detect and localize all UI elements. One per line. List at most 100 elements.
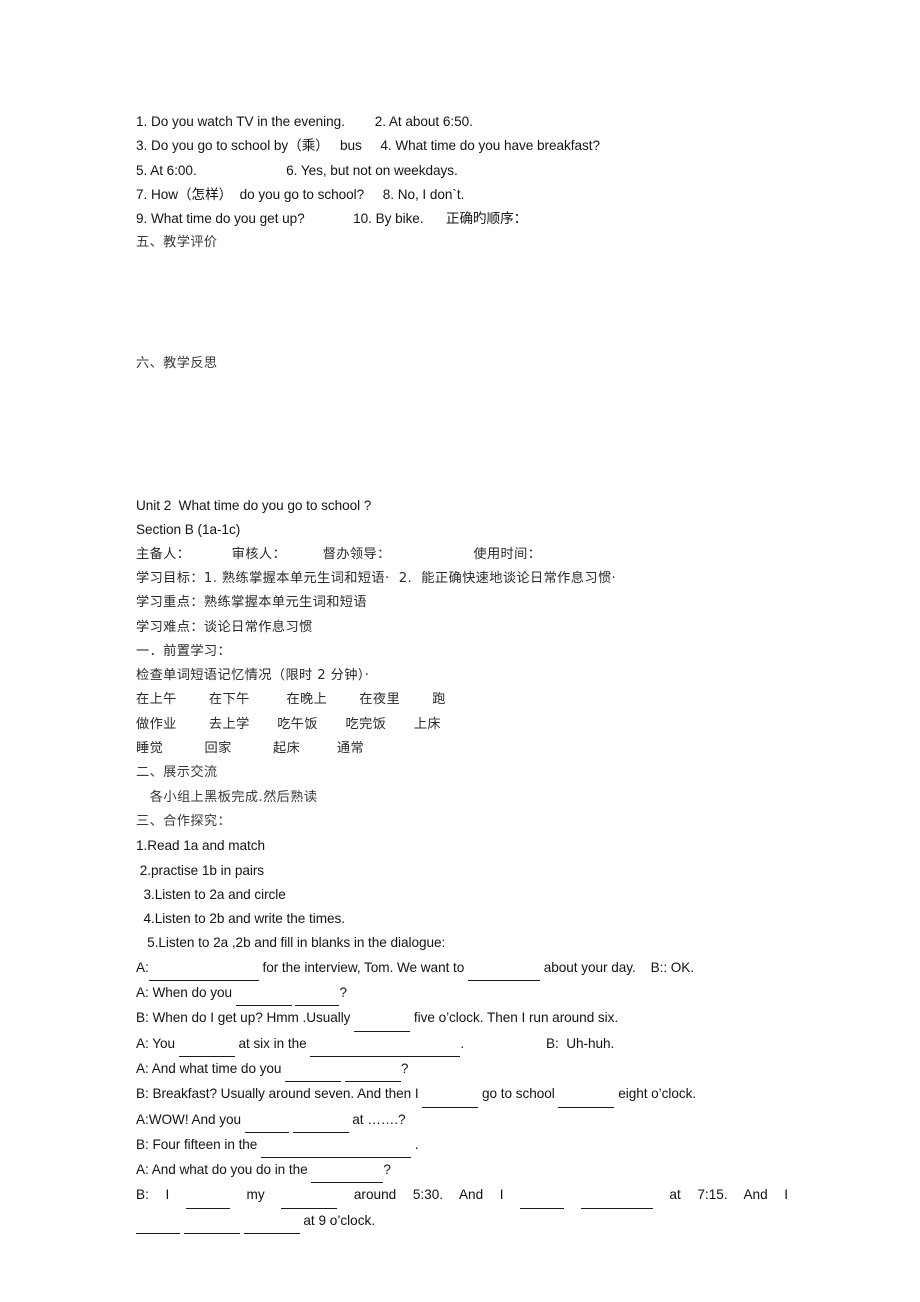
display-exchange-heading: 二、展示交流 [136, 765, 218, 781]
matching-line: 1. Do you watch TV in the evening. 2. At… [136, 114, 473, 129]
fill-in-blank[interactable] [148, 956, 259, 982]
cooperative-inquiry-block: 三、合作探究： 1.Read 1a and match 2.practise 1… [136, 810, 796, 956]
dialogue-text: ? [339, 985, 347, 1001]
dialogue-line: A: You at six in the . B: Uh-huh. [136, 1032, 796, 1057]
matching-exercise-block: 1. Do you watch TV in the evening. 2. At… [136, 110, 796, 231]
fill-in-blank[interactable] [261, 1133, 412, 1159]
fill-in-blank[interactable] [285, 1057, 342, 1083]
fill-in-blank[interactable] [580, 1183, 653, 1209]
dialogue-line: B: When do I get up? Hmm .Usually five o… [136, 1006, 796, 1032]
dialogue-text: for the interview, Tom. We want to [258, 959, 468, 975]
fill-in-blank[interactable] [292, 1108, 349, 1133]
activity-item: 1.Read 1a and match [136, 838, 266, 854]
fill-in-blank[interactable] [311, 1158, 384, 1184]
vocab-row: 做作业 去上学 吃午饭 吃完饭 上床 [136, 716, 442, 732]
fill-in-blank[interactable] [178, 1032, 235, 1057]
dialogue-text: at 9 o’clock. [299, 1212, 376, 1228]
dialogue-text: . [411, 1136, 419, 1152]
dialogue-text: at six in the [234, 1035, 311, 1051]
reflection-answer-space [136, 376, 796, 494]
fill-in-blank[interactable] [281, 1183, 338, 1209]
fill-in-blank[interactable] [244, 1108, 289, 1133]
fill-in-blank[interactable] [185, 1183, 230, 1209]
fill-in-blank[interactable] [354, 1006, 411, 1032]
learning-objectives: 学习目标：1. 熟练掌握本单元生词和短语· 2. 能正确快速地谈论日常作息习惯· [136, 570, 617, 586]
dialogue-text: at …….? [348, 1111, 406, 1127]
unit-section-label: Section B (1a-1c) [136, 522, 241, 538]
dialogue-line: A: And what do you do in the ? [136, 1158, 796, 1184]
fill-in-blank[interactable] [295, 981, 340, 1007]
unit-title: Unit 2 What time do you go to school ? [136, 498, 372, 514]
fill-in-blank[interactable] [310, 1032, 461, 1057]
matching-line: 7. How（怎样） do you go to school? 8. No, I… [136, 186, 465, 202]
matching-line: 9. What time do you get up? 10. By bike.… [136, 211, 528, 227]
dialogue-text: go to school [478, 1086, 559, 1102]
dialogue-text: ? [383, 1162, 391, 1178]
activity-item: 2.practise 1b in pairs [136, 862, 265, 878]
dialogue-text: about your day. B:: OK. [540, 959, 695, 975]
display-exchange-block: 二、展示交流 各小组上黑板完成.然后熟读 [136, 761, 796, 810]
learning-key-points: 学习重点：熟练掌握本单元生词和短语 [136, 595, 367, 611]
dialogue-text: ? [400, 1060, 409, 1076]
evaluation-answer-space [136, 256, 796, 352]
dialogue-text: eight o’clock. [614, 1086, 697, 1102]
dialogue-text: I [499, 1187, 504, 1203]
dialogue-text: . B: Uh-huh. [460, 1035, 615, 1051]
dialogue-line: A: And what time do you ? [136, 1057, 796, 1083]
dialogue-text: 5:30. [412, 1187, 444, 1203]
fill-in-blank[interactable] [422, 1082, 479, 1108]
dialogue-text: around [353, 1187, 397, 1203]
dialogue-text: at [669, 1187, 681, 1203]
dialogue-line: A: for the interview, Tom. We want to ab… [136, 956, 796, 982]
dialogue-text: A: And what time do you [136, 1060, 286, 1076]
pre-study-instruction: 检查单词短语记忆情况（限时 2 分钟）· [136, 668, 370, 684]
dialogue-text: A: You [136, 1035, 179, 1051]
dialogue-line: A: When do you ? [136, 981, 796, 1007]
dialogue-text: A: When do you [136, 985, 236, 1001]
dialogue-line-final: at 9 o’clock. [136, 1209, 796, 1234]
dialogue-text: my [246, 1187, 265, 1203]
fill-in-blank[interactable] [235, 981, 292, 1007]
dialogue-block: A: for the interview, Tom. We want to ab… [136, 956, 796, 1184]
fill-in-blank[interactable] [183, 1209, 240, 1234]
section-heading-evaluation: 五、教学评价 [136, 235, 218, 251]
display-exchange-body: 各小组上黑板完成.然后熟读 [136, 789, 318, 805]
activity-item: 3.Listen to 2a and circle [136, 886, 286, 902]
lesson-meta-row: 主备人： 审核人： 督办领导： 使用时间： [136, 546, 542, 562]
pre-study-block: 一．前置学习： 检查单词短语记忆情况（限时 2 分钟）· 在上午 在下午 在晚上… [136, 640, 796, 761]
dialogue-text: B: Breakfast? Usually around seven. And … [136, 1086, 423, 1102]
dialogue-text: And [743, 1187, 768, 1203]
dialogue-text: A:WOW! And you [136, 1111, 245, 1127]
fill-in-blank[interactable] [558, 1082, 615, 1108]
activity-item: 5.Listen to 2a ,2b and fill in blanks in… [136, 935, 446, 951]
fill-in-blank[interactable] [468, 956, 540, 982]
dialogue-line: B: Breakfast? Usually around seven. And … [136, 1082, 796, 1108]
dialogue-text: 7:15. [697, 1187, 728, 1203]
dialogue-text: A: [136, 959, 149, 975]
matching-line: 3. Do you go to school by（乘） bus 4. What… [136, 138, 601, 154]
dialogue-text: B: When do I get up? Hmm .Usually [136, 1010, 355, 1026]
fill-in-blank[interactable] [136, 1209, 180, 1234]
dialogue-text: B: [136, 1187, 149, 1203]
dialogue-text: B: Four fifteen in the [136, 1136, 262, 1152]
pre-study-heading: 一．前置学习： [136, 643, 232, 659]
dialogue-text: I [784, 1187, 789, 1203]
dialogue-line-justified: B: I my around 5:30. And I at 7:15. And … [136, 1183, 789, 1209]
matching-line: 5. At 6:00. 6. Yes, but not on weekdays. [136, 162, 458, 178]
vocab-row: 在上午 在下午 在晚上 在夜里 跑 [136, 692, 446, 708]
section-heading-reflection: 六、教学反思 [136, 355, 218, 371]
cooperative-inquiry-heading: 三、合作探究： [136, 813, 232, 829]
learning-difficulties: 学习难点：谈论日常作息习惯 [136, 619, 313, 635]
dialogue-text: And [458, 1187, 484, 1203]
vocab-row: 睡觉 回家 起床 通常 [136, 741, 365, 757]
dialogue-line: A:WOW! And you at …….? [136, 1108, 796, 1133]
unit-header-block: Unit 2 What time do you go to school ? S… [136, 494, 796, 640]
dialogue-text: A: And what do you do in the [136, 1162, 312, 1178]
dialogue-text: five o’clock. Then I run around six. [410, 1010, 619, 1026]
fill-in-blank[interactable] [344, 1057, 401, 1083]
document-page: 1. Do you watch TV in the evening. 2. At… [0, 0, 920, 1302]
fill-in-blank[interactable] [520, 1183, 565, 1209]
document-text-column: 1. Do you watch TV in the evening. 2. At… [136, 110, 796, 1234]
fill-in-blank[interactable] [243, 1209, 300, 1234]
activity-item: 4.Listen to 2b and write the times. [136, 911, 345, 927]
